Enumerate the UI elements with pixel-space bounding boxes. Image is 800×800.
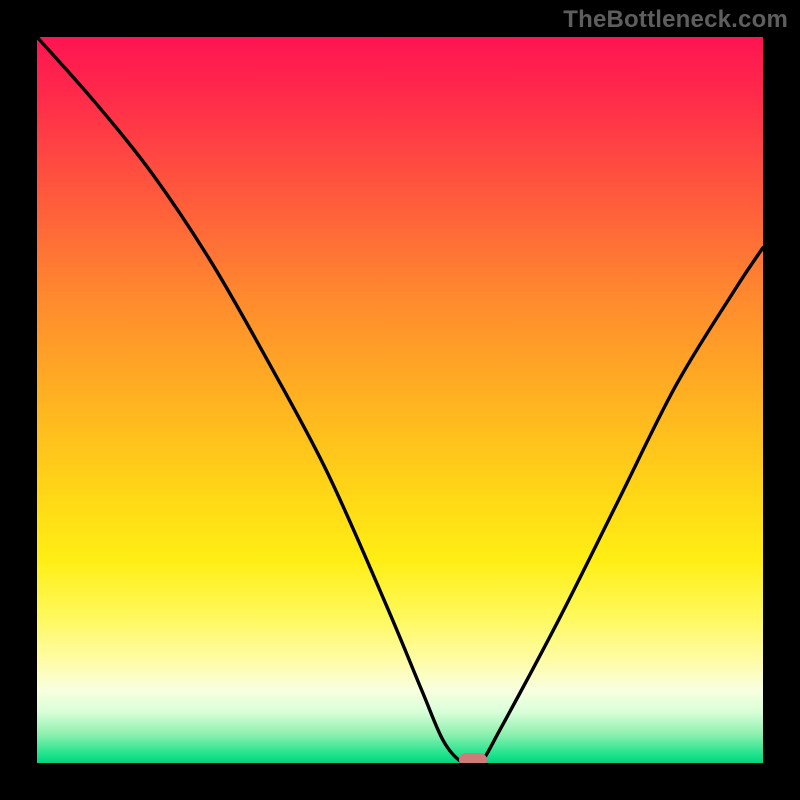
optimal-point-marker — [459, 753, 487, 763]
chart-container: TheBottleneck.com — [0, 0, 800, 800]
plot-area — [37, 37, 763, 763]
bottleneck-curve-path — [37, 37, 763, 763]
bottleneck-curve-svg — [37, 37, 763, 763]
watermark-text: TheBottleneck.com — [563, 6, 788, 34]
